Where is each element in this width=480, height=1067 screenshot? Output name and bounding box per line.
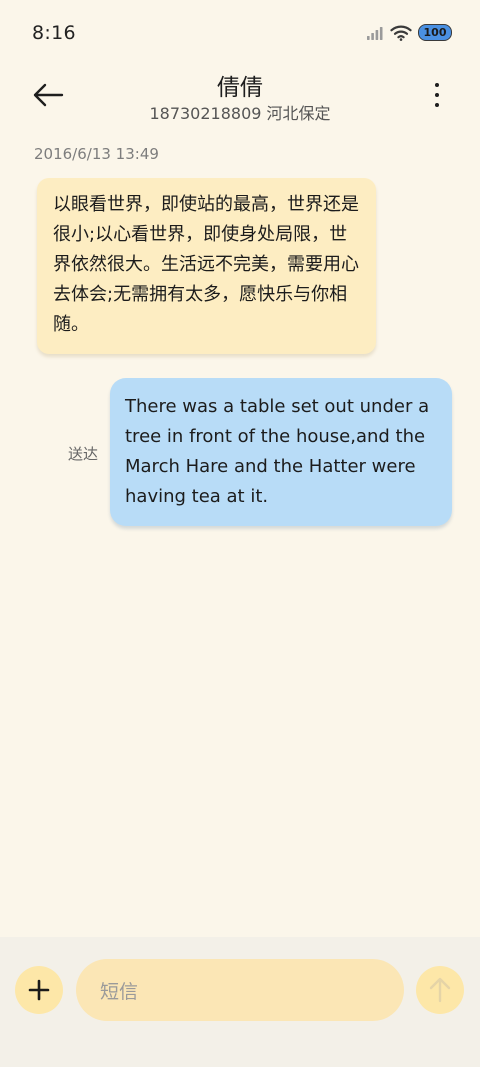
- signal-icon: [367, 26, 383, 40]
- more-vertical-icon: [435, 83, 439, 87]
- send-button[interactable]: [416, 966, 464, 1014]
- battery-level: 100: [423, 26, 447, 39]
- conversation-header: 倩倩 18730218809 河北保定: [0, 66, 480, 130]
- add-attachment-button[interactable]: [15, 966, 63, 1014]
- status-bar: 8:16 100: [0, 0, 480, 66]
- contact-detail: 18730218809 河北保定: [149, 104, 331, 123]
- incoming-message-bubble[interactable]: 以眼看世界，即使站的最高，世界还是很小;以心看世界，即使身处局限，世界依然很大。…: [37, 178, 376, 354]
- message-composer: 短信: [0, 937, 480, 1067]
- more-options-button[interactable]: [430, 80, 444, 110]
- message-timestamp: 2016/6/13 13:49: [34, 145, 159, 163]
- status-icons: 100: [366, 24, 452, 41]
- wifi-icon: [390, 25, 412, 41]
- battery-icon: 100: [418, 24, 452, 41]
- plus-icon: [28, 979, 50, 1001]
- message-input-placeholder: 短信: [100, 980, 139, 1003]
- message-input[interactable]: 短信: [76, 959, 404, 1021]
- contact-name[interactable]: 倩倩: [0, 68, 480, 102]
- status-time: 8:16: [32, 22, 76, 44]
- arrow-up-icon: [429, 977, 451, 1003]
- outgoing-message-bubble[interactable]: There was a table set out under a tree i…: [110, 378, 452, 526]
- delivery-status: 送达: [68, 445, 99, 463]
